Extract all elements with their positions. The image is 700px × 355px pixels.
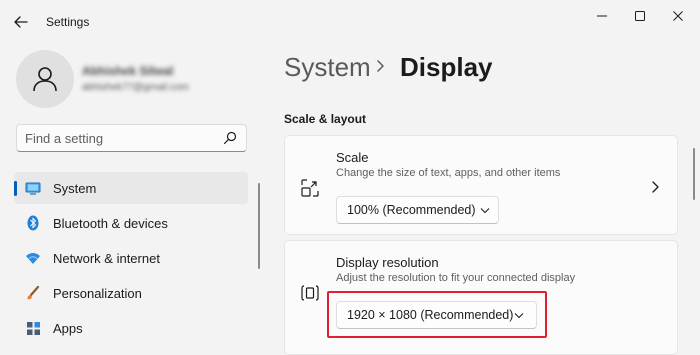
page-title: Display: [400, 52, 493, 82]
resolution-title: Display resolution: [336, 255, 439, 270]
section-heading: Scale & layout: [284, 112, 367, 126]
search-box[interactable]: [16, 124, 247, 152]
sidebar-item-label: Network & internet: [53, 251, 160, 266]
apps-icon: [25, 320, 41, 336]
close-icon: [673, 11, 683, 21]
sidebar-item-apps[interactable]: Apps: [14, 312, 248, 344]
sidebar-item-bluetooth-devices[interactable]: Bluetooth & devices: [14, 207, 248, 239]
scale-title: Scale: [336, 150, 369, 165]
app-title: Settings: [46, 15, 90, 29]
sidebar-item-label: Bluetooth & devices: [53, 216, 168, 231]
sidebar-item-system[interactable]: System: [14, 172, 248, 204]
back-button[interactable]: [8, 10, 34, 34]
resolution-icon: [301, 285, 319, 301]
chevron-down-icon: [480, 208, 490, 214]
minimize-icon: [597, 15, 607, 17]
monitor-icon: [25, 180, 41, 196]
scale-description: Change the size of text, apps, and other…: [336, 167, 561, 179]
sidebar-item-label: System: [53, 181, 97, 196]
scale-dropdown[interactable]: 100% (Recommended): [336, 196, 499, 224]
resolution-description: Adjust the resolution to fit your connec…: [336, 272, 576, 284]
sidebar-item-network-internet[interactable]: Network & internet: [14, 242, 248, 274]
highlight-annotation: [327, 291, 547, 338]
main-scrollbar[interactable]: [693, 148, 695, 200]
user-name: Abhishek Silwal: [82, 64, 174, 78]
maximize-button[interactable]: [620, 4, 660, 28]
avatar[interactable]: [16, 50, 74, 108]
search-input[interactable]: [25, 128, 215, 148]
brush-icon: [25, 285, 41, 301]
back-arrow-icon: [14, 16, 28, 28]
user-icon: [33, 67, 57, 92]
minimize-button[interactable]: [582, 4, 622, 28]
chevron-right-icon[interactable]: [650, 180, 660, 194]
maximize-icon: [635, 11, 645, 21]
active-indicator: [14, 181, 17, 196]
wifi-icon: [25, 250, 41, 266]
close-button[interactable]: [658, 4, 698, 28]
sidebar-item-label: Personalization: [53, 286, 142, 301]
sidebar-scrollbar[interactable]: [258, 183, 260, 269]
sidebar-item-personalization[interactable]: Personalization: [14, 277, 248, 309]
bluetooth-icon: [25, 215, 41, 231]
search-icon[interactable]: [223, 131, 237, 145]
scale-icon: [301, 179, 319, 197]
sidebar-item-label: Apps: [53, 321, 83, 336]
scale-dropdown-value: 100% (Recommended): [347, 203, 476, 217]
breadcrumb-parent[interactable]: System: [284, 52, 371, 83]
chevron-right-icon: [377, 60, 384, 72]
scale-card[interactable]: Scale Change the size of text, apps, and…: [284, 135, 678, 235]
user-email: abhishek77@gmail.com: [82, 82, 189, 93]
